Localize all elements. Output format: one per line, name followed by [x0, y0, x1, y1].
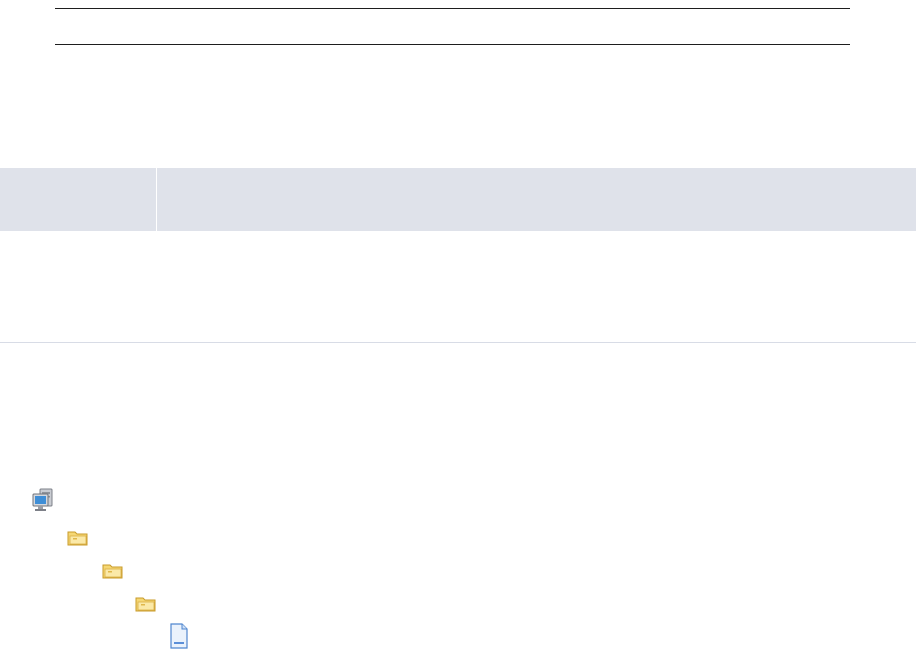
tree-node-folder[interactable]: [102, 561, 128, 581]
folder-icon: [135, 595, 157, 613]
section-separator: [0, 342, 916, 343]
computer-icon: [31, 488, 57, 514]
tree-node-folder[interactable]: [135, 594, 161, 614]
page: [0, 0, 916, 652]
document-icon: [169, 623, 189, 649]
folder-icon: [67, 529, 89, 547]
table-header-cell-1: [0, 168, 156, 231]
tree-node-document[interactable]: [169, 623, 193, 649]
tree-node-computer[interactable]: [31, 488, 61, 514]
table-header-cell-2: [157, 168, 916, 231]
folder-icon: [102, 562, 124, 580]
tree-node-folder[interactable]: [67, 528, 93, 548]
top-rule: [55, 8, 850, 9]
table-header-row: [0, 168, 916, 231]
bottom-rule: [55, 44, 850, 45]
page-title: [60, 14, 840, 38]
